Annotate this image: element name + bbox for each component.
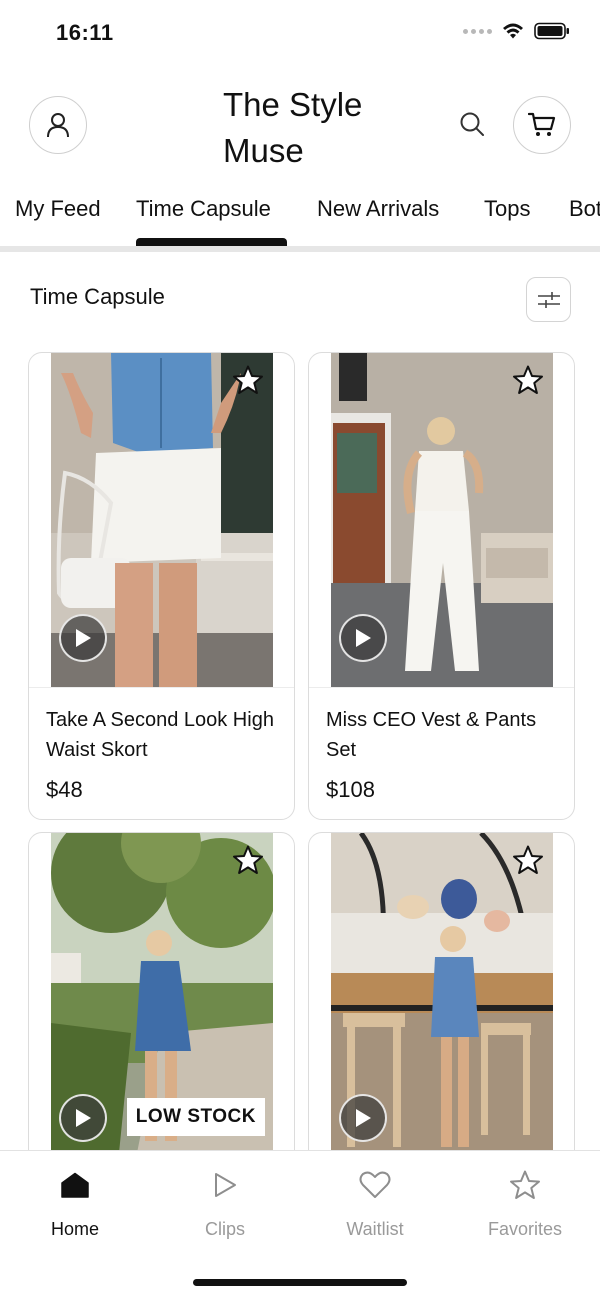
nav-item-waitlist[interactable]: Waitlist (305, 1167, 445, 1240)
play-icon (356, 1109, 371, 1127)
product-card[interactable]: Miss CEO Vest & Pants Set $108 (308, 352, 575, 820)
status-icons (463, 22, 570, 40)
play-icon (76, 629, 91, 647)
star-icon (513, 845, 543, 874)
favorite-star-button[interactable] (231, 843, 265, 877)
product-image[interactable] (51, 353, 273, 687)
nav-label-clips: Clips (204, 1219, 245, 1239)
play-icon (76, 1109, 91, 1127)
home-indicator (193, 1279, 407, 1286)
product-card[interactable]: Take A Second Look High Waist Skort $48 (28, 352, 295, 820)
app-title: The Style Muse (223, 86, 363, 169)
play-icon (155, 1167, 295, 1203)
star-icon (233, 365, 263, 394)
wifi-icon (503, 23, 523, 39)
nav-item-clips[interactable]: Clips (155, 1167, 295, 1240)
play-icon (356, 629, 371, 647)
play-video-button[interactable] (59, 614, 107, 662)
nav-label-home: Home (50, 1219, 99, 1239)
product-name[interactable]: Miss CEO Vest & Pants Set (326, 705, 561, 765)
favorite-star-button[interactable] (231, 363, 265, 397)
tab-my-feed[interactable]: My Feed (15, 196, 101, 222)
active-tab-indicator (136, 238, 287, 246)
star-icon (455, 1167, 595, 1203)
status-time: 16:11 (56, 20, 114, 45)
user-icon (47, 113, 69, 138)
cart-icon (528, 112, 556, 136)
product-image[interactable] (331, 353, 553, 687)
tab-bottoms[interactable]: Bottoms (569, 196, 600, 222)
category-tabs: My Feed Time Capsule New Arrivals Tops B… (0, 186, 600, 250)
nav-label-waitlist: Waitlist (346, 1219, 404, 1239)
tab-time-capsule[interactable]: Time Capsule (136, 196, 271, 222)
card-divider (309, 687, 574, 688)
heart-icon (305, 1167, 445, 1203)
app-header: The Style Muse (0, 70, 600, 180)
profile-button[interactable] (29, 96, 87, 154)
cart-button[interactable] (513, 96, 571, 154)
nav-item-home[interactable]: Home (5, 1167, 145, 1240)
filter-button[interactable] (526, 277, 571, 322)
section-title: Time Capsule (30, 284, 165, 309)
star-icon (233, 845, 263, 874)
tabs-divider (0, 246, 600, 252)
search-icon (460, 112, 484, 136)
favorite-star-button[interactable] (511, 843, 545, 877)
signal-icon (463, 28, 492, 34)
product-price: $48 (46, 777, 83, 802)
battery-icon (534, 22, 569, 40)
search-button[interactable] (456, 108, 488, 140)
play-video-button[interactable] (339, 614, 387, 662)
bottom-navigation: Home Clips Waitlist Favorites (0, 1150, 600, 1299)
nav-label-favorites: Favorites (487, 1219, 563, 1239)
sliders-icon (537, 291, 560, 308)
nav-item-favorites[interactable]: Favorites (455, 1167, 595, 1240)
tab-new-arrivals[interactable]: New Arrivals (317, 196, 439, 222)
product-price: $108 (326, 777, 375, 802)
play-video-button[interactable] (339, 1094, 387, 1142)
star-icon (513, 365, 543, 394)
favorite-star-button[interactable] (511, 363, 545, 397)
product-name[interactable]: Take A Second Look High Waist Skort (46, 705, 281, 765)
status-bar: 16:11 (0, 0, 600, 64)
low-stock-badge: LOW STOCK (126, 1098, 265, 1136)
card-divider (29, 687, 294, 688)
play-video-button[interactable] (59, 1094, 107, 1142)
tab-tops[interactable]: Tops (484, 196, 530, 222)
home-icon (5, 1167, 145, 1203)
